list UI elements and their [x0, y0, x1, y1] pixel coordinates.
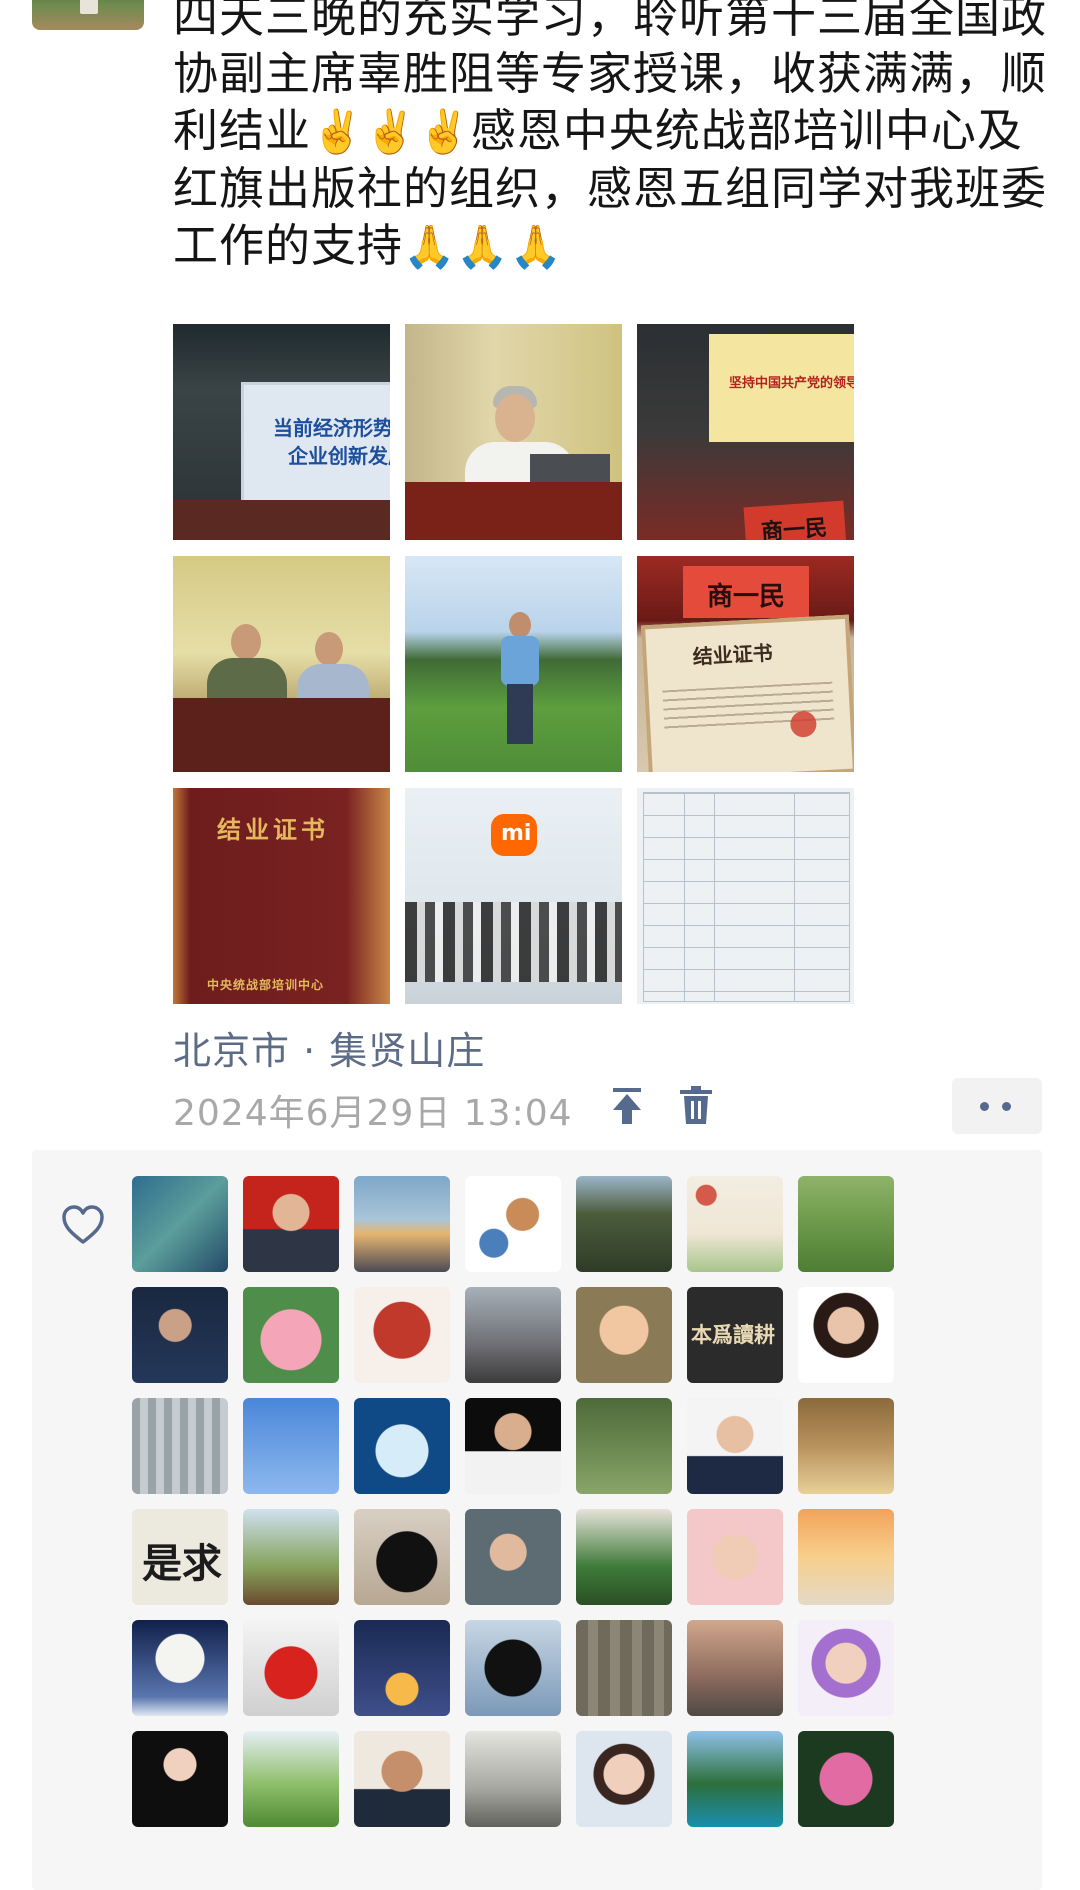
liker-avatar[interactable]: [354, 1398, 450, 1494]
post-text: 四天三晚的充实学习，聆听第十三届全国政协副主席辜胜阻等专家授课，收获满满，顺利结…: [173, 0, 1053, 275]
heart-outline-icon: [60, 1204, 106, 1246]
liker-avatar[interactable]: [354, 1176, 450, 1272]
screen-caption: 坚持中国共产党的领导: [729, 376, 854, 391]
liker-avatar[interactable]: [132, 1620, 228, 1716]
liker-avatar[interactable]: [132, 1731, 228, 1827]
photo-certificate-cover[interactable]: 结业证书 中央统战部培训中心: [173, 788, 390, 1004]
photo-schedule[interactable]: [637, 788, 854, 1004]
delete-icon[interactable]: [676, 1084, 716, 1128]
liker-avatar[interactable]: [798, 1287, 894, 1383]
liker-avatar[interactable]: [243, 1620, 339, 1716]
cover-title: 结业证书: [217, 815, 329, 844]
slide-caption: 当前经济形势: [273, 416, 390, 440]
certificate-title: 结业证书: [692, 640, 774, 669]
liker-avatar[interactable]: [798, 1398, 894, 1494]
liker-avatar[interactable]: [354, 1509, 450, 1605]
photo-lawn[interactable]: [405, 556, 622, 772]
liker-avatar[interactable]: [687, 1509, 783, 1605]
nameplate-text: 商一民: [707, 582, 786, 612]
liker-avatar[interactable]: [132, 1176, 228, 1272]
photo-screen-nameplate[interactable]: 坚持中国共产党的领导 商一民: [637, 324, 854, 540]
likes-panel: 本爲讀耕 是求: [32, 1150, 1042, 1890]
liker-avatar[interactable]: 本爲讀耕: [687, 1287, 783, 1383]
liker-avatar[interactable]: [687, 1620, 783, 1716]
liker-avatar[interactable]: [354, 1620, 450, 1716]
liker-avatar[interactable]: [798, 1620, 894, 1716]
victory-emoji: ✌️✌️✌️: [311, 107, 471, 156]
photo-certificate[interactable]: 商一民 结业证书: [637, 556, 854, 772]
liker-avatar[interactable]: [465, 1176, 561, 1272]
photo-lecture-slide[interactable]: 当前经济形势 企业创新发展: [173, 324, 390, 540]
liker-avatar[interactable]: [687, 1176, 783, 1272]
liker-avatar[interactable]: [576, 1176, 672, 1272]
liker-avatar[interactable]: [576, 1620, 672, 1716]
avatar-caption: 本爲讀耕: [691, 1322, 775, 1347]
slide-caption-2: 企业创新发展: [288, 444, 390, 468]
liker-avatar[interactable]: [465, 1398, 561, 1494]
avatar-caption: 是求: [142, 1540, 222, 1587]
liker-avatar[interactable]: [465, 1620, 561, 1716]
liker-avatar[interactable]: [576, 1731, 672, 1827]
liker-avatar[interactable]: [132, 1398, 228, 1494]
liker-avatar[interactable]: [465, 1287, 561, 1383]
liker-avatar[interactable]: [243, 1731, 339, 1827]
liker-avatar[interactable]: [243, 1287, 339, 1383]
dot-icon: [980, 1102, 989, 1111]
nameplate-text: 商一民: [760, 514, 829, 540]
liker-avatar[interactable]: [798, 1731, 894, 1827]
liker-avatar[interactable]: [243, 1398, 339, 1494]
location-link[interactable]: 北京市 · 集贤山庄: [173, 1020, 485, 1075]
liker-avatar[interactable]: [798, 1509, 894, 1605]
liker-avatar[interactable]: [243, 1509, 339, 1605]
liker-avatar[interactable]: [576, 1398, 672, 1494]
liker-avatar[interactable]: [465, 1509, 561, 1605]
photo-grid: 当前经济形势 企业创新发展 坚持中国共产党的领导 商一民 商一民 结业证书 结业…: [173, 324, 854, 1004]
liker-avatar[interactable]: [798, 1176, 894, 1272]
photo-panel[interactable]: [173, 556, 390, 772]
more-options-button[interactable]: [952, 1078, 1042, 1134]
liker-avatar[interactable]: [132, 1287, 228, 1383]
pray-emoji: 🙏🙏🙏: [403, 222, 563, 271]
liker-avatar[interactable]: [576, 1287, 672, 1383]
pin-to-top-icon[interactable]: [607, 1084, 647, 1128]
liker-avatar[interactable]: [576, 1509, 672, 1605]
liker-avatar[interactable]: [354, 1731, 450, 1827]
author-avatar[interactable]: [32, 0, 144, 30]
logo-text: mi: [501, 821, 532, 846]
post-timestamp: 2024年6月29日 13:04: [173, 1093, 573, 1134]
liker-avatar[interactable]: [687, 1731, 783, 1827]
liker-avatars: 本爲讀耕 是求: [132, 1176, 894, 1827]
photo-lecturer[interactable]: [405, 324, 622, 540]
liker-avatar[interactable]: [354, 1287, 450, 1383]
liker-avatar[interactable]: [687, 1398, 783, 1494]
photo-group[interactable]: mi: [405, 788, 622, 1004]
mi-logo-icon: mi: [491, 814, 537, 856]
dot-icon: [1002, 1102, 1011, 1111]
liker-avatar[interactable]: [243, 1176, 339, 1272]
liker-avatar[interactable]: [465, 1731, 561, 1827]
liker-avatar[interactable]: 是求: [132, 1509, 228, 1605]
cover-org: 中央统战部培训中心: [207, 978, 325, 992]
